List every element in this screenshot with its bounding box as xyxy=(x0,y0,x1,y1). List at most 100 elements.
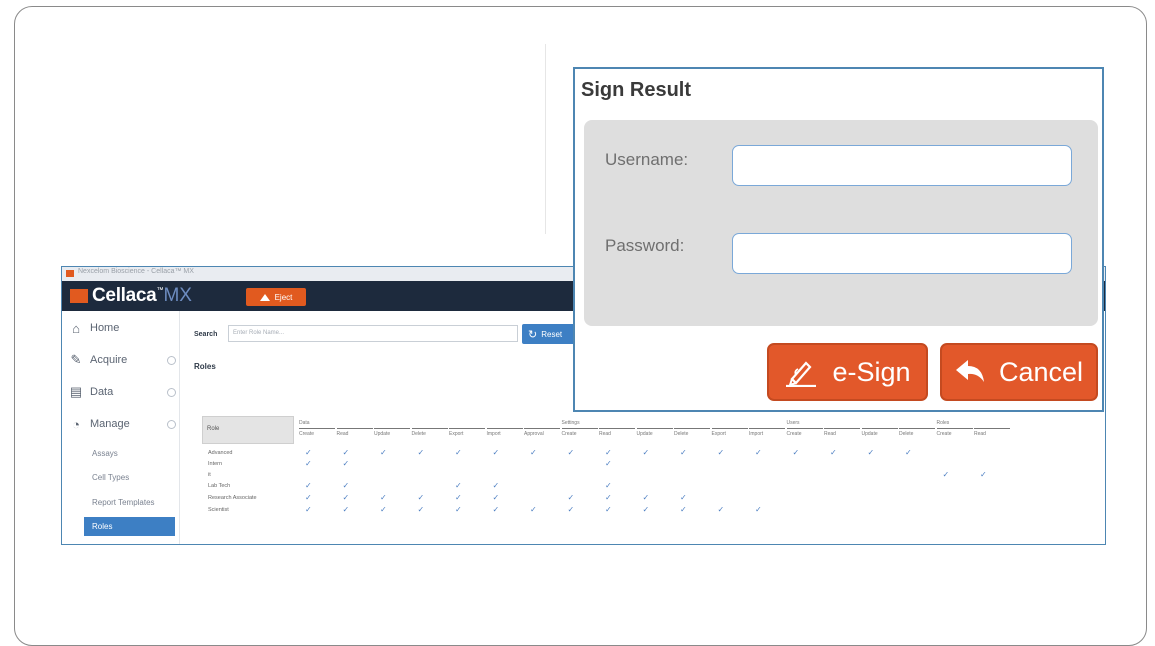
checkmark-icon[interactable]: ✓ xyxy=(305,448,312,457)
checkmark-icon[interactable]: ✓ xyxy=(455,448,462,457)
checkmark-icon[interactable]: ✓ xyxy=(343,459,350,468)
checkmark-icon[interactable]: ✓ xyxy=(680,448,687,457)
credentials-panel: Username: Password: xyxy=(584,120,1098,326)
app-icon xyxy=(66,270,74,277)
sidebar-item-acquire[interactable]: ✎ Acquire xyxy=(68,349,176,371)
checkmark-icon[interactable]: ✓ xyxy=(680,493,687,502)
checkmark-icon[interactable]: ✓ xyxy=(305,505,312,514)
checkmark-icon[interactable]: ✓ xyxy=(418,493,425,502)
role-row-label: Lab Tech xyxy=(208,483,231,489)
logo-suffix: MX xyxy=(163,285,192,306)
checkmark-icon[interactable]: ✓ xyxy=(455,493,462,502)
permission-column-header: Delete xyxy=(411,428,448,437)
subitem-assays[interactable]: Assays xyxy=(92,449,118,458)
home-icon: ⌂ xyxy=(72,320,80,336)
permission-column-header: Import xyxy=(486,428,523,437)
checkmark-icon[interactable]: ✓ xyxy=(755,505,762,514)
permission-column-header: Create xyxy=(786,428,823,437)
checkmark-icon[interactable]: ✓ xyxy=(568,505,575,514)
username-field[interactable] xyxy=(732,145,1072,186)
role-row-label: Scientist xyxy=(208,507,229,513)
permission-column-header: Export xyxy=(449,428,485,437)
checkmark-icon[interactable]: ✓ xyxy=(305,493,312,502)
checkmark-icon[interactable]: ✓ xyxy=(493,448,500,457)
checkmark-icon[interactable]: ✓ xyxy=(493,493,500,502)
checkmark-icon[interactable]: ✓ xyxy=(343,481,350,490)
checkmark-icon[interactable]: ✓ xyxy=(568,448,575,457)
checkmark-icon[interactable]: ✓ xyxy=(718,448,725,457)
data-icon: ▤ xyxy=(69,384,83,399)
logo-trademark: ™ xyxy=(156,286,164,294)
sidebar-item-label: Manage xyxy=(90,418,130,430)
sidebar-item-data[interactable]: ▤ Data xyxy=(68,381,176,403)
checkmark-icon[interactable]: ✓ xyxy=(605,459,612,468)
checkmark-icon[interactable]: ✓ xyxy=(380,505,387,514)
checkmark-icon[interactable]: ✓ xyxy=(868,448,875,457)
checkmark-icon[interactable]: ✓ xyxy=(605,493,612,502)
roles-title: Roles xyxy=(194,362,216,371)
checkmark-icon[interactable]: ✓ xyxy=(905,448,912,457)
sidebar-item-label: Acquire xyxy=(90,354,128,366)
checkmark-icon[interactable]: ✓ xyxy=(718,505,725,514)
checkmark-icon[interactable]: ✓ xyxy=(380,493,387,502)
permission-column-header: Read xyxy=(599,428,635,437)
divider-line xyxy=(545,44,546,234)
username-label: Username: xyxy=(605,150,689,169)
esign-label: e-Sign xyxy=(832,356,911,387)
checkmark-icon[interactable]: ✓ xyxy=(343,505,350,514)
permission-column-header: Create xyxy=(936,428,973,437)
checkmark-icon[interactable]: ✓ xyxy=(830,448,837,457)
permission-group-header: Users xyxy=(786,420,800,426)
checkmark-icon[interactable]: ✓ xyxy=(643,448,650,457)
checkmark-icon[interactable]: ✓ xyxy=(793,448,800,457)
app-logo: Cellaca ™ MX xyxy=(70,285,192,307)
checkmark-icon[interactable]: ✓ xyxy=(493,505,500,514)
role-row-label: Intern xyxy=(208,461,223,467)
eject-icon xyxy=(259,293,270,301)
sidebar-item-manage[interactable]: ◔ Manage xyxy=(68,413,176,435)
password-label: Password: xyxy=(605,236,685,255)
checkmark-icon[interactable]: ✓ xyxy=(343,493,350,502)
checkmark-icon[interactable]: ✓ xyxy=(455,505,462,514)
eject-button[interactable]: Eject xyxy=(246,288,306,306)
expand-circle-icon xyxy=(167,387,176,397)
checkmark-icon[interactable]: ✓ xyxy=(680,505,687,514)
checkmark-icon[interactable]: ✓ xyxy=(530,505,537,514)
search-label: Search xyxy=(194,331,218,338)
subitem-cell-types[interactable]: Cell Types xyxy=(92,473,129,482)
checkmark-icon[interactable]: ✓ xyxy=(418,505,425,514)
search-input[interactable]: Enter Role Name... xyxy=(228,325,518,342)
checkmark-icon[interactable]: ✓ xyxy=(943,470,950,479)
checkmark-icon[interactable]: ✓ xyxy=(530,448,537,457)
password-field[interactable] xyxy=(732,233,1072,274)
checkmark-icon[interactable]: ✓ xyxy=(980,470,987,479)
permission-column-header: Read xyxy=(824,428,860,437)
role-row-label: Advanced xyxy=(208,450,233,456)
role-row-label: Research Associate xyxy=(208,495,257,501)
checkmark-icon[interactable]: ✓ xyxy=(605,505,612,514)
checkmark-icon[interactable]: ✓ xyxy=(643,493,650,502)
sidebar-item-label: Data xyxy=(90,386,114,398)
cancel-button[interactable]: Cancel xyxy=(940,343,1098,401)
subitem-roles: Roles xyxy=(92,522,113,531)
subitem-roles-active[interactable]: Roles xyxy=(84,517,175,536)
subitem-report-templates[interactable]: Report Templates xyxy=(92,498,155,507)
checkmark-icon[interactable]: ✓ xyxy=(305,481,312,490)
expand-circle-icon xyxy=(167,419,176,429)
checkmark-icon[interactable]: ✓ xyxy=(380,448,387,457)
checkmark-icon[interactable]: ✓ xyxy=(643,505,650,514)
checkmark-icon[interactable]: ✓ xyxy=(568,493,575,502)
esign-button[interactable]: e-Sign xyxy=(767,343,928,401)
checkmark-icon[interactable]: ✓ xyxy=(755,448,762,457)
checkmark-icon[interactable]: ✓ xyxy=(343,448,350,457)
role-column-header: Role xyxy=(202,416,294,444)
checkmark-icon[interactable]: ✓ xyxy=(305,459,312,468)
checkmark-icon[interactable]: ✓ xyxy=(605,448,612,457)
sidebar-item-home[interactable]: ⌂ Home xyxy=(68,317,176,339)
checkmark-icon[interactable]: ✓ xyxy=(418,448,425,457)
checkmark-icon[interactable]: ✓ xyxy=(605,481,612,490)
expand-circle-icon xyxy=(167,355,176,365)
checkmark-icon[interactable]: ✓ xyxy=(455,481,462,490)
checkmark-icon[interactable]: ✓ xyxy=(493,481,500,490)
sign-result-dialog: Sign Result Username: Password: e-Sign C… xyxy=(573,67,1104,412)
